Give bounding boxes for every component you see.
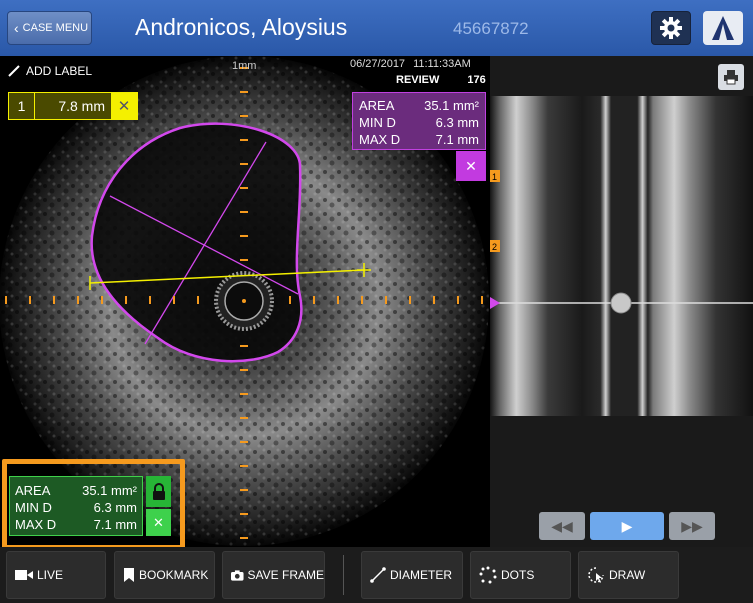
- max-d-label: MAX D: [359, 132, 401, 147]
- draw-button[interactable]: DRAW: [578, 551, 679, 599]
- dots-label: DOTS: [501, 568, 535, 582]
- fast-forward-icon: ▶▶: [681, 517, 703, 534]
- date-time: 06/27/2017 11:11:33AM: [350, 58, 471, 70]
- settings-button[interactable]: [651, 11, 691, 45]
- add-label-text: ADD LABEL: [26, 64, 93, 78]
- area-label: AREA: [15, 483, 51, 498]
- rewind-button[interactable]: ◀◀: [539, 512, 585, 540]
- rewind-icon: ◀◀: [551, 517, 573, 534]
- dots-button[interactable]: DOTS: [470, 551, 571, 599]
- fast-forward-button[interactable]: ▶▶: [669, 512, 715, 540]
- longitudinal-marker-1[interactable]: 1: [490, 170, 500, 182]
- marker-1-label: 1: [492, 172, 497, 182]
- chevron-left-icon: ‹: [14, 20, 19, 36]
- diameter-index: 1: [9, 93, 35, 119]
- video-icon: [15, 570, 33, 580]
- toolbar-divider: [343, 555, 344, 595]
- case-menu-label: CASE MENU: [22, 22, 89, 34]
- logo-button[interactable]: [703, 11, 743, 45]
- add-label-button[interactable]: ADD LABEL: [8, 64, 92, 78]
- play-icon: ▶: [621, 517, 633, 534]
- play-button[interactable]: ▶: [590, 512, 664, 540]
- close-icon: ✕: [465, 157, 477, 174]
- save-frame-label: SAVE FRAME: [247, 568, 324, 582]
- save-frame-button[interactable]: SAVE FRAME: [222, 551, 325, 599]
- pencil-icon: [8, 65, 20, 77]
- dots-icon: [479, 566, 497, 584]
- max-d-label: MAX D: [15, 517, 57, 532]
- diameter-icon: [370, 567, 386, 583]
- min-d-value: 6.3 mm: [93, 500, 137, 515]
- marker-2-label: 2: [492, 242, 497, 252]
- delete-purple-measurement-button[interactable]: ✕: [456, 151, 486, 181]
- purple-measurement-values: AREA 35.1 mm² MIN D 6.3 mm MAX D 7.1 mm: [352, 92, 486, 150]
- bookmark-label: BOOKMARK: [139, 568, 209, 582]
- frame-number: 176: [467, 74, 486, 86]
- delete-green-measurement-button[interactable]: ✕: [146, 509, 171, 536]
- live-button[interactable]: LIVE: [6, 551, 106, 599]
- draw-label: DRAW: [609, 568, 646, 582]
- print-icon: [724, 70, 738, 85]
- area-label: AREA: [359, 98, 395, 113]
- frame-date: 06/27/2017: [350, 58, 406, 70]
- longitudinal-view[interactable]: 1 2: [490, 96, 753, 416]
- patient-id: 45667872: [453, 19, 529, 38]
- diameter-label: DIAMETER: [390, 568, 453, 582]
- diameter-measurement-tag[interactable]: 1 7.8 mm ✕: [8, 92, 138, 120]
- bookmark-icon: [124, 568, 134, 582]
- bottom-toolbar: LIVE BOOKMARK SAVE FRAME DIAMETER DOTS D…: [0, 547, 753, 603]
- scale-label: 1mm: [232, 60, 257, 72]
- area-value: 35.1 mm²: [424, 98, 479, 113]
- max-d-value: 7.1 mm: [93, 517, 137, 532]
- gear-icon: [660, 17, 682, 39]
- diameter-value: 7.8 mm: [35, 93, 111, 119]
- min-d-label: MIN D: [359, 115, 396, 130]
- live-label: LIVE: [37, 568, 64, 582]
- mode-label: REVIEW: [396, 74, 440, 86]
- review-status: REVIEW 176: [396, 74, 486, 86]
- longitudinal-marker-2[interactable]: 2: [490, 240, 500, 252]
- longitudinal-image: 1 2: [490, 96, 753, 416]
- min-d-value: 6.3 mm: [435, 115, 479, 130]
- area-value: 35.1 mm²: [82, 483, 137, 498]
- header-bar: ‹ CASE MENU Andronicos, Aloysius 4566787…: [0, 0, 753, 56]
- case-menu-button[interactable]: ‹ CASE MENU: [7, 11, 92, 45]
- playback-controls: ◀◀ ▶ ▶▶: [490, 504, 753, 547]
- green-measurement-values: AREA 35.1 mm² MIN D 6.3 mm MAX D 7.1 mm: [9, 476, 143, 536]
- lock-icon: [152, 482, 165, 500]
- draw-icon: [588, 567, 604, 583]
- print-button[interactable]: [718, 64, 744, 90]
- green-area-measurement[interactable]: AREA 35.1 mm² MIN D 6.3 mm MAX D 7.1 mm ✕: [9, 476, 171, 536]
- max-d-value: 7.1 mm: [435, 132, 479, 147]
- bookmark-button[interactable]: BOOKMARK: [114, 551, 215, 599]
- lock-measurement-button[interactable]: [146, 476, 171, 507]
- delete-diameter-button[interactable]: ✕: [111, 93, 137, 119]
- logo-icon: [712, 16, 734, 40]
- close-icon: ✕: [153, 514, 164, 530]
- min-d-label: MIN D: [15, 500, 52, 515]
- camera-icon: [231, 569, 244, 581]
- close-icon: ✕: [117, 98, 131, 115]
- frame-time: 11:11:33AM: [413, 58, 471, 70]
- patient-name: Andronicos, Aloysius: [135, 14, 348, 40]
- purple-area-measurement[interactable]: AREA 35.1 mm² MIN D 6.3 mm MAX D 7.1 mm ✕: [352, 92, 486, 181]
- diameter-button[interactable]: DIAMETER: [361, 551, 463, 599]
